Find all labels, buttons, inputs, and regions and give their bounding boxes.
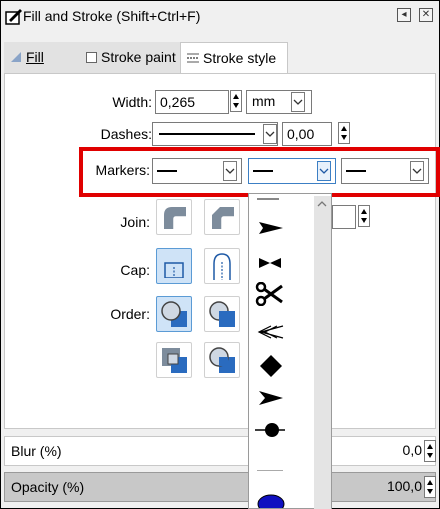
order-fill-stroke-markers-button[interactable]	[156, 296, 192, 332]
tab-stroke-style[interactable]: Stroke style	[180, 42, 288, 75]
join-bevel-icon	[212, 207, 234, 229]
dashes-label: Dashes:	[100, 126, 152, 142]
tab-stroke-style-label: Stroke style	[203, 50, 277, 66]
solid-dash-preview	[159, 133, 255, 135]
title-bar: Fill and Stroke (Shift+Ctrl+F) ◂ ✕	[1, 1, 437, 31]
cap-label: Cap:	[120, 262, 150, 278]
cap-butt-button[interactable]	[156, 248, 192, 284]
dropdown-scrollbar[interactable]	[314, 196, 331, 509]
window-title: Fill and Stroke (Shift+Ctrl+F)	[23, 8, 201, 24]
width-input[interactable]: 0,265	[155, 90, 229, 114]
collapse-button[interactable]: ◂	[397, 8, 411, 22]
marker-option-triangle-arrow[interactable]	[257, 390, 285, 406]
checkbox-icon	[86, 52, 97, 63]
chevron-down-icon	[263, 124, 277, 144]
width-label: Width:	[112, 94, 152, 110]
marker-option-ellipse[interactable]	[257, 494, 285, 509]
dash-pattern-select[interactable]	[152, 122, 278, 146]
stroke-style-icon	[187, 53, 199, 63]
opacity-label: Opacity (%)	[11, 479, 85, 495]
blur-row: Blur (%)	[4, 436, 436, 466]
tab-stroke-paint[interactable]: Stroke paint	[80, 42, 180, 74]
marker-option-dot[interactable]	[255, 422, 285, 438]
join-bevel-button[interactable]	[204, 199, 240, 235]
paint-order-icon	[162, 348, 187, 373]
fill-stroke-app-icon	[5, 9, 22, 25]
unit-value: mm	[252, 93, 276, 109]
tab-fill[interactable]: Fill	[4, 42, 80, 74]
blur-spinner[interactable]	[424, 440, 436, 462]
width-spinner[interactable]	[230, 90, 242, 112]
order-markers-fill-stroke-button[interactable]	[156, 342, 192, 378]
dash-offset-spinner[interactable]	[338, 122, 350, 144]
fill-icon	[11, 52, 21, 62]
order-markers-stroke-fill-button[interactable]	[204, 342, 240, 378]
close-button[interactable]: ✕	[419, 8, 433, 22]
marker-option-stop[interactable]	[257, 256, 283, 270]
opacity-spinner[interactable]	[424, 476, 436, 498]
tab-stroke-paint-label: Stroke paint	[101, 49, 176, 65]
paint-order-icon	[209, 301, 235, 327]
paint-order-icon	[209, 347, 235, 373]
join-round-icon	[164, 207, 186, 229]
blur-value[interactable]: 0,0	[396, 442, 422, 458]
miter-limit-spinner[interactable]	[358, 205, 370, 227]
marker-option-wedge-arrows[interactable]	[257, 324, 285, 340]
marker-option-diamond[interactable]	[259, 354, 283, 378]
cap-round-button[interactable]	[204, 248, 240, 284]
marker-option-scissors[interactable]	[255, 282, 283, 306]
tab-fill-label: Fill	[26, 49, 44, 65]
join-label: Join:	[120, 214, 150, 230]
marker-option-none[interactable]	[257, 198, 279, 200]
opacity-value[interactable]: 100,0	[380, 478, 422, 494]
blur-label: Blur (%)	[11, 443, 62, 459]
unit-select[interactable]: mm	[246, 90, 312, 114]
join-round-button[interactable]	[156, 199, 192, 235]
marker-option-thin-line[interactable]	[257, 470, 283, 471]
scroll-up-icon[interactable]	[317, 200, 327, 208]
marker-option-arrow[interactable]	[257, 220, 285, 236]
cap-round-icon	[213, 253, 231, 280]
order-label: Order:	[110, 306, 150, 322]
miter-limit-input[interactable]	[332, 205, 356, 229]
dash-offset-input[interactable]: 0,00	[282, 122, 332, 146]
markers-highlight-box	[79, 147, 440, 197]
cap-butt-icon	[164, 262, 184, 278]
paint-order-icon	[161, 301, 187, 327]
chevron-down-icon	[291, 92, 305, 112]
order-stroke-fill-markers-button[interactable]	[204, 296, 240, 332]
opacity-row: Opacity (%)	[4, 472, 436, 502]
